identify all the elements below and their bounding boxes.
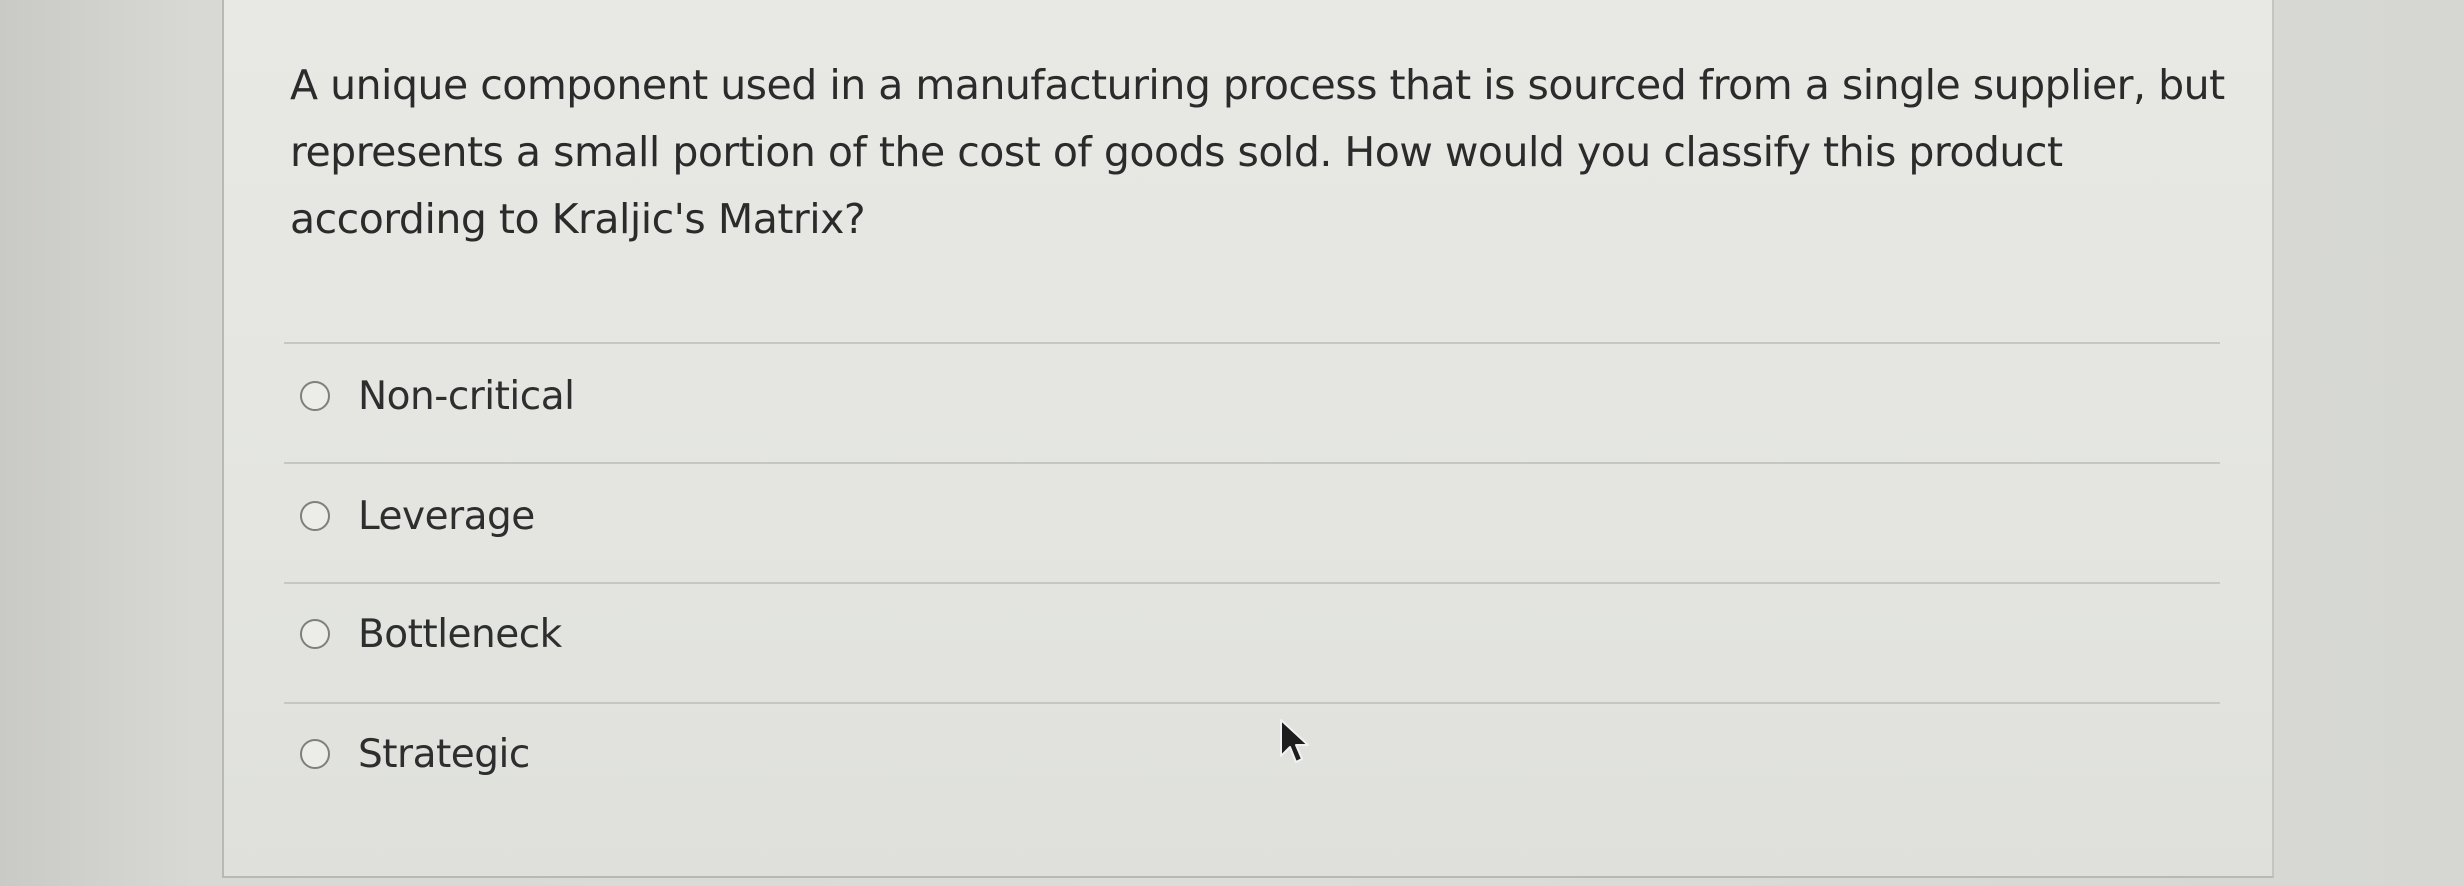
divider	[284, 582, 2220, 584]
divider	[284, 342, 2220, 344]
option-label: Leverage	[358, 493, 535, 539]
mouse-pointer-icon	[1280, 719, 1309, 763]
option-label: Strategic	[358, 731, 530, 777]
divider	[284, 462, 2220, 464]
option-leverage[interactable]: Leverage	[300, 486, 535, 546]
option-bottleneck[interactable]: Bottleneck	[300, 604, 562, 664]
radio-button-non-critical[interactable]	[300, 381, 330, 411]
option-label: Non-critical	[358, 373, 575, 419]
option-non-critical[interactable]: Non-critical	[300, 366, 575, 426]
radio-button-leverage[interactable]	[300, 501, 330, 531]
radio-button-strategic[interactable]	[300, 739, 330, 769]
option-label: Bottleneck	[358, 611, 562, 657]
radio-button-bottleneck[interactable]	[300, 619, 330, 649]
option-strategic[interactable]: Strategic	[300, 724, 530, 784]
divider	[284, 702, 2220, 704]
question-text: A unique component used in a manufacturi…	[290, 61, 2225, 243]
question-card: A unique component used in a manufacturi…	[222, 0, 2274, 878]
